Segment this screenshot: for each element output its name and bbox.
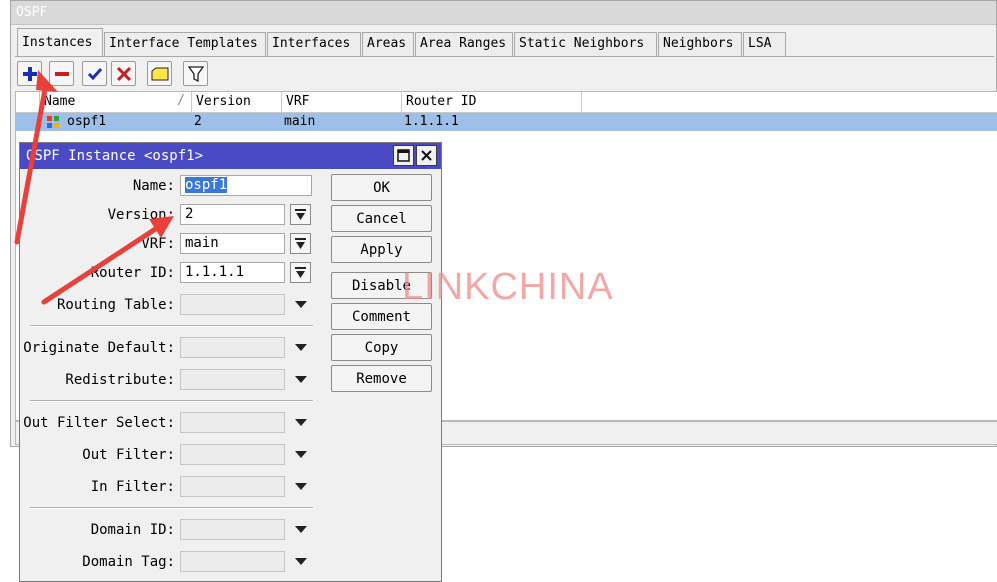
version-field[interactable]: 2 (180, 204, 285, 225)
tab-instances[interactable]: Instances (17, 28, 103, 57)
note-icon (151, 67, 168, 80)
routing-table-field (180, 294, 285, 315)
router-id-dropdown-button[interactable] (290, 262, 311, 283)
originate-default-field (180, 337, 285, 358)
tab-area-ranges[interactable]: Area Ranges (415, 32, 513, 56)
domain-id-field (180, 519, 285, 540)
dropdown-triangle-icon (294, 451, 307, 458)
name-field[interactable]: ospf1 (180, 175, 312, 196)
separator (30, 507, 313, 509)
tab-lsa[interactable]: LSA (743, 32, 786, 56)
comment-button[interactable] (147, 61, 172, 86)
table-row[interactable]: ospf1 2 main 1.1.1.1 (16, 113, 997, 131)
filter-button[interactable] (183, 61, 208, 86)
remove-icon (54, 71, 69, 76)
out-filter-select-label: Out Filter Select: (23, 415, 175, 431)
domain-tag-label: Domain Tag: (82, 554, 175, 570)
dropdown-triangle-icon (294, 376, 307, 383)
add-icon (22, 66, 37, 81)
column-header-vrf[interactable]: VRF (282, 92, 402, 113)
dropdown-triangle-icon (294, 526, 307, 533)
ospf-instance-dialog: OSPF Instance <ospf1> Name: ospf1 Versio… (19, 142, 442, 582)
cell-name: ospf1 (67, 114, 107, 129)
disable-button[interactable] (111, 61, 136, 86)
out-filter-field (180, 444, 285, 465)
tab-interfaces[interactable]: Interfaces (267, 32, 361, 56)
arrow-down-icon (295, 208, 306, 220)
version-label: Version: (107, 207, 175, 223)
column-header-filler (582, 92, 997, 113)
out-filter-label: Out Filter: (82, 447, 175, 463)
in-filter-label: In Filter: (90, 479, 175, 495)
out-filter-select-field (180, 412, 285, 433)
dialog-title: OSPF Instance <ospf1> (26, 148, 204, 164)
dropdown-triangle-icon (294, 301, 307, 308)
apply-button[interactable]: Apply (331, 236, 432, 263)
add-button[interactable] (17, 61, 42, 86)
vrf-field[interactable]: main (180, 233, 285, 254)
domain-id-dropdown (290, 519, 311, 540)
instance-icon (47, 116, 59, 128)
name-label: Name: (132, 178, 175, 194)
remove-button-dialog[interactable]: Remove (331, 365, 432, 392)
enable-button[interactable] (82, 61, 107, 86)
routing-table-dropdown (290, 294, 311, 315)
separator (30, 400, 313, 402)
separator (30, 325, 313, 327)
tab-static-neighbors[interactable]: Static Neighbors (514, 32, 657, 56)
name-field-value: ospf1 (185, 177, 228, 193)
check-icon (87, 67, 102, 80)
in-filter-field (180, 476, 285, 497)
version-dropdown-button[interactable] (290, 204, 311, 225)
dropdown-triangle-icon (294, 483, 307, 490)
cell-vrf: main (284, 114, 316, 129)
column-header-version[interactable]: Version (192, 92, 282, 113)
vrf-label: VRF: (141, 236, 175, 252)
arrow-down-icon (295, 266, 306, 278)
dropdown-triangle-icon (294, 558, 307, 565)
dropdown-triangle-icon (294, 419, 307, 426)
filter-icon (187, 65, 204, 82)
window-titlebar[interactable]: OSPF (11, 1, 996, 25)
copy-button[interactable]: Copy (331, 334, 432, 361)
close-icon (421, 150, 432, 161)
window-title: OSPF (16, 5, 48, 20)
dialog-titlebar[interactable]: OSPF Instance <ospf1> (20, 143, 441, 169)
cell-router-id: 1.1.1.1 (404, 114, 459, 129)
routing-table-label: Routing Table: (56, 297, 175, 313)
out-filter-dropdown (290, 444, 311, 465)
redistribute-label: Redistribute: (65, 372, 175, 388)
close-button[interactable] (416, 145, 437, 166)
column-header-name[interactable]: Name / (40, 92, 192, 113)
vrf-dropdown-button[interactable] (290, 233, 311, 254)
domain-tag-field (180, 551, 285, 572)
redistribute-field (180, 369, 285, 390)
redistribute-dropdown (290, 369, 311, 390)
maximize-button[interactable] (393, 145, 414, 166)
domain-id-label: Domain ID: (90, 522, 175, 538)
originate-default-dropdown (290, 337, 311, 358)
maximize-icon (397, 149, 410, 162)
cancel-button[interactable]: Cancel (331, 205, 432, 232)
watermark: LINKCHINA (402, 266, 614, 308)
ok-button[interactable]: OK (331, 174, 432, 201)
sort-indicator: / (177, 93, 185, 108)
in-filter-dropdown (290, 476, 311, 497)
cell-version: 2 (194, 114, 202, 129)
router-id-field[interactable]: 1.1.1.1 (180, 262, 285, 283)
arrow-down-icon (295, 237, 306, 249)
dropdown-triangle-icon (294, 344, 307, 351)
domain-tag-dropdown (290, 551, 311, 572)
x-icon (116, 66, 131, 81)
originate-default-label: Originate Default: (23, 340, 175, 356)
tab-neighbors[interactable]: Neighbors (658, 32, 742, 56)
tab-areas[interactable]: Areas (362, 32, 414, 56)
row-marker-header (16, 92, 40, 113)
column-header-name-label: Name (44, 94, 76, 109)
tab-interface-templates[interactable]: Interface Templates (104, 32, 266, 56)
out-filter-select-dropdown (290, 412, 311, 433)
column-header-router-id[interactable]: Router ID (402, 92, 582, 113)
remove-button[interactable] (49, 61, 74, 86)
router-id-label: Router ID: (90, 265, 175, 281)
